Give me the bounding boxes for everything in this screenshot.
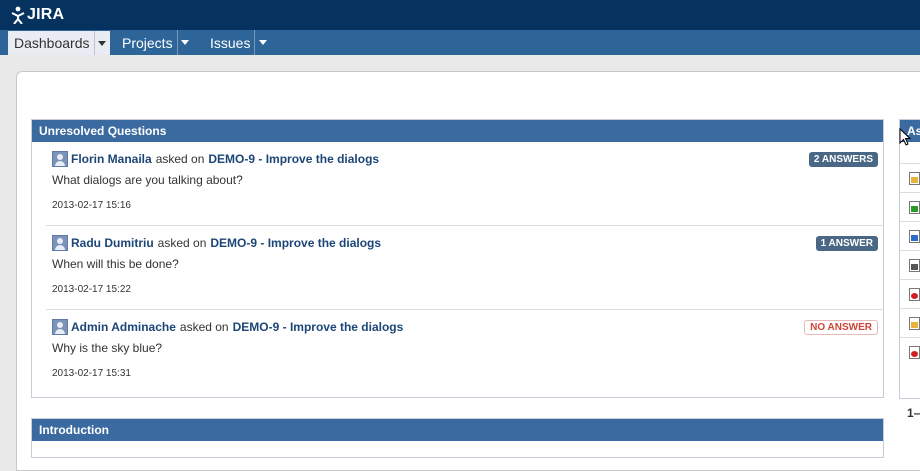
author-link[interactable]: Radu Dumitriu [71,236,154,250]
question-item: Florin Manaila asked on DEMO-9 - Improve… [46,142,884,226]
nav-projects[interactable]: Projects [116,30,193,55]
gadget-title: Unresolved Questions [32,120,883,142]
pager[interactable]: 1– [907,406,920,420]
answers-badge[interactable]: 1 ANSWER [815,236,878,251]
question-date: 2013-02-17 15:22 [52,284,131,295]
info-icon [909,259,920,272]
link-icon [909,230,920,243]
asked-text: asked on [179,320,229,334]
nav-dashboards-label[interactable]: Dashboards [8,35,94,51]
dashboards-dropdown[interactable] [93,31,110,55]
question-date: 2013-02-17 15:16 [52,200,131,211]
side-row[interactable] [900,221,920,250]
chevron-down-icon [181,40,190,45]
question-header: Florin Manaila asked on DEMO-9 - Improve… [52,151,379,167]
issue-link[interactable]: DEMO-9 - Improve the dialogs [208,152,379,166]
issues-dropdown[interactable] [254,30,270,55]
side-row[interactable] [900,250,920,279]
top-bar: JIRA [0,0,920,30]
logo-text: JIRA [27,6,65,23]
side-row[interactable] [900,337,920,366]
jira-logo[interactable]: JIRA [11,5,64,25]
answers-badge[interactable]: 2 ANSWERS [808,152,878,167]
side-row[interactable] [900,308,920,337]
gadget-title: Introduction [32,419,883,441]
question-text: Why is the sky blue? [52,341,163,355]
avatar[interactable] [52,235,68,251]
projects-dropdown[interactable] [176,30,193,55]
avatar[interactable] [52,319,68,335]
side-row[interactable] [900,163,920,192]
issue-link[interactable]: DEMO-9 - Improve the dialogs [210,236,381,250]
issue-icon [909,172,920,185]
bug-icon [909,346,920,359]
introduction-gadget: Introduction [31,418,884,458]
issue-link[interactable]: DEMO-9 - Improve the dialogs [233,320,404,334]
chevron-down-icon [258,40,267,45]
unresolved-questions-gadget: Unresolved Questions Florin Manaila aske… [31,119,884,398]
question-text: What dialogs are you talking about? [52,173,243,187]
main-nav: Dashboards Projects Issues [0,30,920,55]
side-gadget: As 1– [899,119,920,420]
author-link[interactable]: Admin Adminache [71,320,176,334]
no-answer-badge[interactable]: NO ANSWER [804,320,878,335]
mouse-pointer-icon [899,128,912,146]
side-row[interactable] [900,192,920,221]
side-row[interactable] [900,279,920,308]
nav-dashboards[interactable]: Dashboards [8,31,110,55]
issue-icon [909,317,920,330]
nav-issues[interactable]: Issues [204,30,270,55]
question-text: When will this be done? [52,257,179,271]
question-item: Admin Adminache asked on DEMO-9 - Improv… [46,310,884,394]
bug-icon [909,288,920,301]
question-header: Radu Dumitriu asked on DEMO-9 - Improve … [52,235,381,251]
question-item: Radu Dumitriu asked on DEMO-9 - Improve … [46,226,884,310]
avatar[interactable] [52,151,68,167]
asked-text: asked on [157,236,207,250]
nav-projects-label[interactable]: Projects [116,35,177,51]
asked-text: asked on [155,152,205,166]
jira-logo-icon [11,6,25,24]
add-icon [909,201,920,214]
question-header: Admin Adminache asked on DEMO-9 - Improv… [52,319,403,335]
nav-issues-label[interactable]: Issues [204,35,254,51]
author-link[interactable]: Florin Manaila [71,152,152,166]
chevron-down-icon [98,40,106,46]
question-date: 2013-02-17 15:31 [52,368,131,379]
